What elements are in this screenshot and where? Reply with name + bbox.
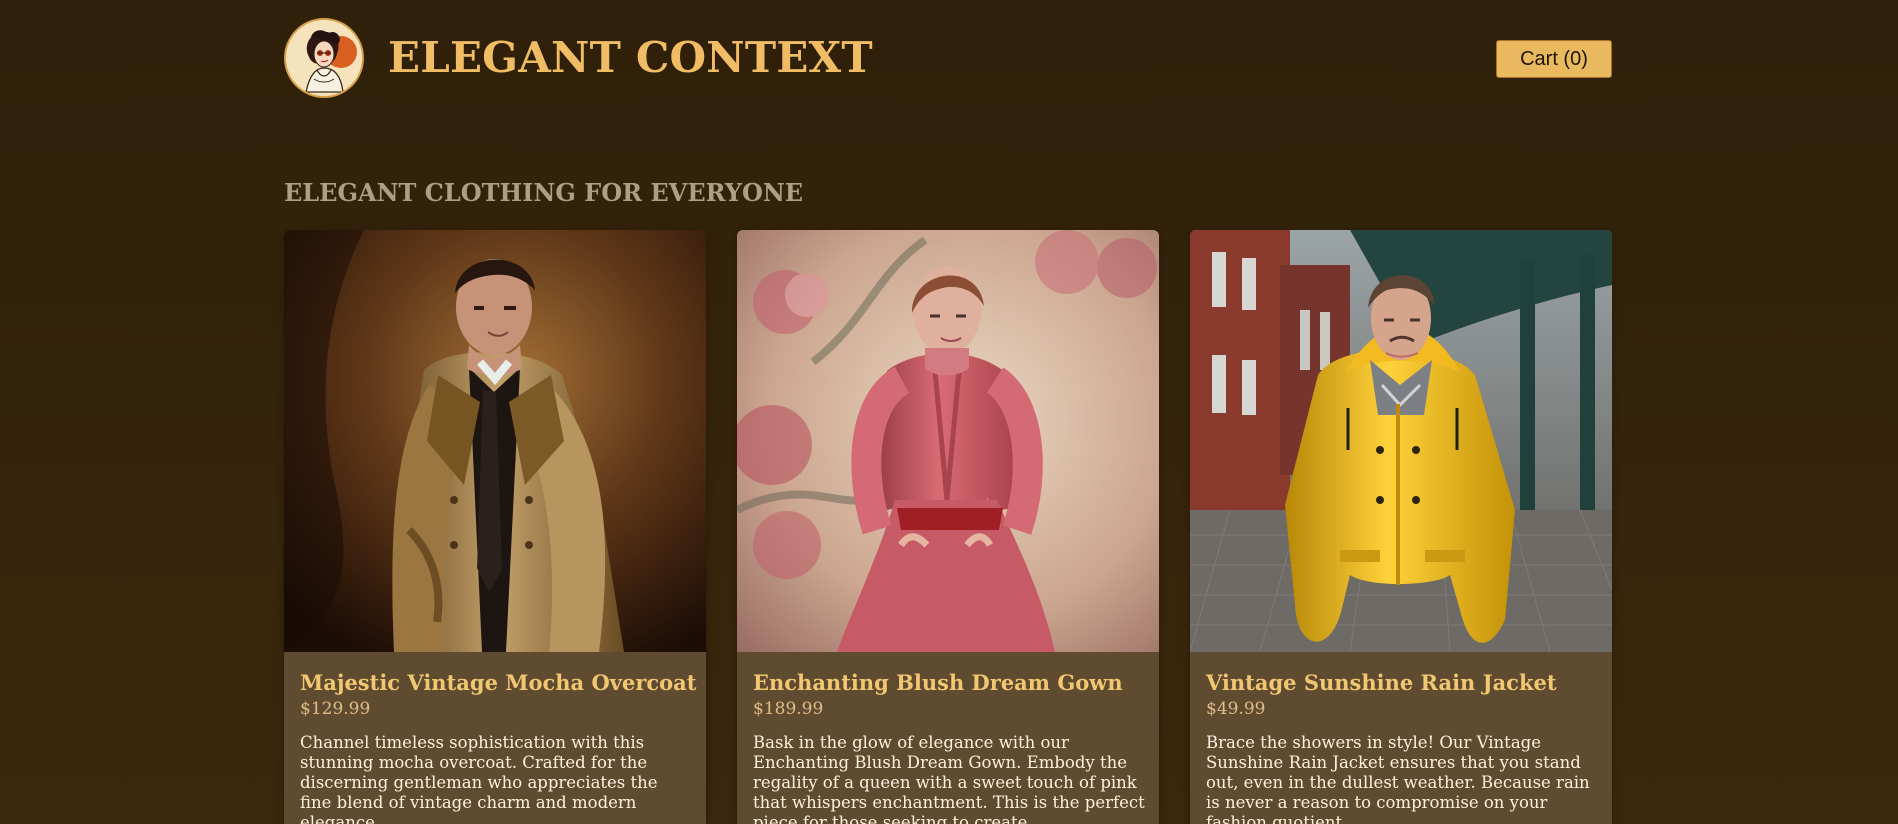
- product-name[interactable]: Majestic Vintage Mocha Overcoat: [300, 668, 697, 698]
- product-image-mocha-overcoat[interactable]: [284, 230, 706, 652]
- page-container: ELEGANT CONTEXT Cart (0) ELEGANT CLOTHIN…: [284, 0, 1612, 824]
- product-info: Enchanting Blush Dream Gown $189.99 Bask…: [753, 668, 1145, 824]
- overcoat-photo-illustration: [284, 230, 706, 652]
- vintage-woman-logo-icon[interactable]: [284, 18, 364, 98]
- product-price: $189.99: [753, 699, 824, 719]
- product-description: Bask in the glow of elegance with our En…: [753, 733, 1145, 824]
- product-price: $129.99: [300, 699, 371, 719]
- product-price: $49.99: [1206, 699, 1266, 719]
- product-name[interactable]: Vintage Sunshine Rain Jacket: [1206, 668, 1598, 698]
- product-image-blush-gown[interactable]: [737, 230, 1159, 652]
- product-description: Brace the showers in style! Our Vintage …: [1206, 733, 1590, 824]
- section-title: ELEGANT CLOTHING FOR EVERYONE: [284, 178, 804, 207]
- product-name[interactable]: Enchanting Blush Dream Gown: [753, 668, 1145, 698]
- storefront-page: ELEGANT CONTEXT Cart (0) ELEGANT CLOTHIN…: [0, 0, 1898, 824]
- logo-illustration: [286, 20, 362, 96]
- gown-photo-illustration: [737, 230, 1159, 652]
- product-info: Majestic Vintage Mocha Overcoat $129.99 …: [300, 668, 697, 824]
- brand-title[interactable]: ELEGANT CONTEXT: [388, 32, 873, 84]
- site-header: ELEGANT CONTEXT Cart (0): [284, 18, 1612, 100]
- product-info: Vintage Sunshine Rain Jacket $49.99 Brac…: [1206, 668, 1598, 824]
- product-description: Channel timeless sophistication with thi…: [300, 733, 658, 824]
- product-card-rain-jacket[interactable]: Vintage Sunshine Rain Jacket $49.99 Brac…: [1190, 230, 1612, 824]
- product-image-rain-jacket[interactable]: [1190, 230, 1612, 652]
- rain-jacket-photo-illustration: [1190, 230, 1612, 652]
- product-card-mocha-overcoat[interactable]: Majestic Vintage Mocha Overcoat $129.99 …: [284, 230, 706, 824]
- cart-button[interactable]: Cart (0): [1496, 40, 1612, 78]
- product-card-blush-gown[interactable]: Enchanting Blush Dream Gown $189.99 Bask…: [737, 230, 1159, 824]
- product-grid: Majestic Vintage Mocha Overcoat $129.99 …: [284, 230, 1612, 824]
